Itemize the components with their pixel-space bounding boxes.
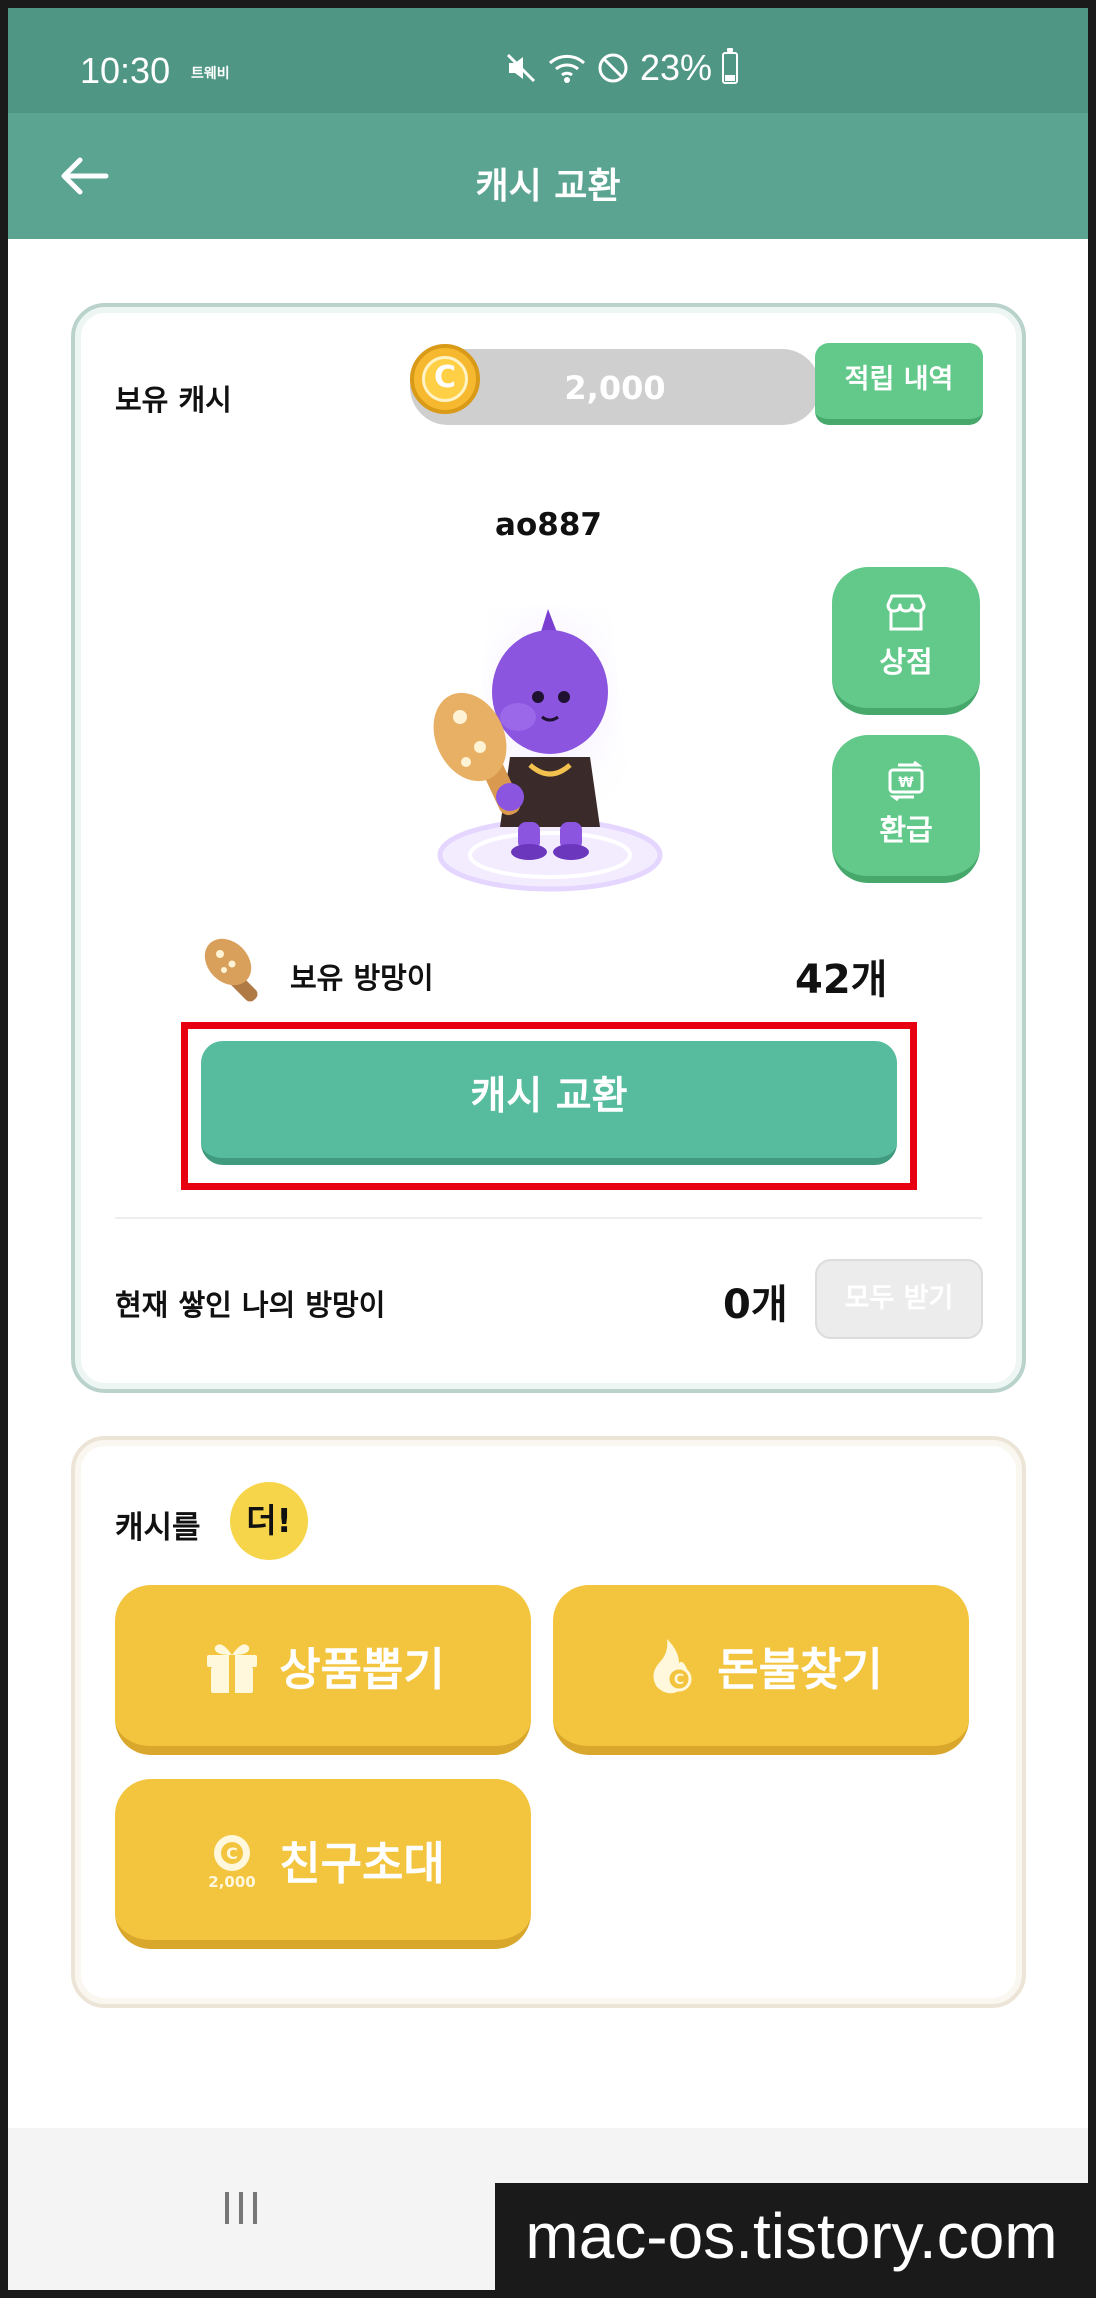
- cash-exchange-card: 보유 캐시 2,000 C 적립 내역 ao887 상점 ₩ 환급 보유 방망이…: [71, 303, 1026, 1393]
- refund-button[interactable]: ₩ 환급: [832, 735, 980, 883]
- shop-label: 상점: [879, 645, 933, 679]
- no-disturb-icon: [598, 53, 628, 83]
- club-label: 보유 방망이: [290, 961, 434, 995]
- invite-coin-amount: 2,000: [208, 1873, 255, 1891]
- coin-icon: C: [410, 344, 480, 414]
- more-badge: 더!: [230, 1482, 308, 1560]
- fire-coin-symbol: C: [674, 1672, 684, 1688]
- find-fire-label: 돈불찾기: [717, 1643, 883, 1696]
- prize-draw-button[interactable]: 상품뽑기: [115, 1585, 531, 1755]
- club-icon: [204, 938, 258, 1002]
- club-count: 42개: [795, 957, 888, 1003]
- shop-button[interactable]: 상점: [832, 567, 980, 715]
- invite-coin-icon: C 2,000: [208, 1834, 256, 1891]
- app-bar: 캐시 교환: [8, 113, 1088, 239]
- coin-symbol: C: [422, 356, 468, 402]
- recent-apps-icon[interactable]: [221, 2188, 261, 2228]
- battery-percent: 23%: [640, 47, 713, 88]
- divider: [115, 1217, 982, 1219]
- prize-draw-label: 상품뽑기: [279, 1643, 445, 1696]
- balance-value: 2,000: [564, 369, 666, 407]
- battery-icon: [722, 48, 739, 84]
- gift-icon: [207, 1643, 258, 1693]
- stacked-clubs-label: 현재 쌓인 나의 방망이: [115, 1288, 386, 1322]
- character-avatar: [433, 607, 663, 892]
- carrier-label: 트웨비: [191, 66, 230, 82]
- cash-exchange-button[interactable]: 캐시 교환: [201, 1041, 897, 1165]
- store-icon: [886, 594, 926, 631]
- more-cash-card: 캐시를 더! 상품뽑기 C 돈불찾기 C 2,000 친구초대: [71, 1436, 1026, 2008]
- invite-coin-symbol: C: [226, 1844, 238, 1863]
- page-title: 캐시 교환: [475, 166, 621, 207]
- exchange-won-icon: ₩: [888, 761, 924, 801]
- claim-all-button[interactable]: 모두 받기: [815, 1259, 983, 1339]
- phone-screen: 10:30 트웨비 23% 캐시 교환 보유 캐시 2,000 C 적립 내역 …: [8, 8, 1088, 2290]
- refund-label: 환급: [879, 813, 933, 847]
- invite-friend-button[interactable]: C 2,000 친구초대: [115, 1779, 531, 1949]
- username: ao887: [495, 507, 602, 543]
- watermark: mac-os.tistory.com: [495, 2183, 1088, 2290]
- fire-coin-icon: C: [653, 1638, 692, 1693]
- balance-label: 보유 캐시: [115, 383, 232, 417]
- find-fire-button[interactable]: C 돈불찾기: [553, 1585, 969, 1755]
- won-symbol: ₩: [898, 775, 914, 791]
- more-cash-title: 캐시를: [115, 1510, 201, 1546]
- mute-icon: [506, 53, 536, 83]
- earning-history-button[interactable]: 적립 내역: [815, 343, 983, 425]
- status-icons: 23%: [504, 47, 739, 88]
- stacked-clubs-count: 0개: [723, 1282, 788, 1328]
- wifi-icon: [548, 54, 586, 83]
- invite-friend-label: 친구초대: [279, 1837, 445, 1890]
- status-bar: 10:30 트웨비 23%: [8, 8, 1088, 113]
- status-time: 10:30: [80, 50, 171, 91]
